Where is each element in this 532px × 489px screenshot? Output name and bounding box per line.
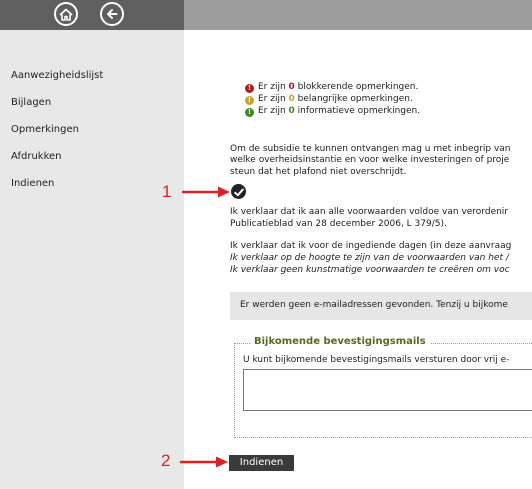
warning-icon: ! — [245, 96, 254, 105]
declaration-text: Ik verklaar geen kunstmatige voorwaarden… — [230, 265, 510, 275]
annotation-marker-1: 1 — [162, 182, 172, 201]
status-informative: ! Er zijn 0 informatieve opmerkingen. — [245, 106, 420, 117]
home-button[interactable] — [54, 2, 78, 26]
intro-text: Om de subsidie te kunnen ontvangen mag u… — [230, 144, 511, 154]
sidebar-item-indienen[interactable]: Indienen — [11, 178, 54, 189]
back-arrow-icon — [106, 8, 118, 20]
extra-mails-description: U kunt bijkomende bevestigingsmails vers… — [243, 355, 510, 365]
intro-text: welke overheidsinstantie en voor welke i… — [230, 155, 510, 165]
annotation-arrow-icon — [182, 186, 230, 198]
status-important: ! Er zijn 0 belangrijke opmerkingen. — [245, 94, 413, 105]
home-icon — [59, 8, 73, 21]
status-text: Er zijn — [258, 94, 289, 104]
declaration-text: Publicatieblad van 28 december 2006, L 3… — [230, 219, 447, 229]
status-text: Er zijn — [258, 106, 289, 116]
declaration-text: Ik verklaar op de hoogte te zijn van de … — [230, 253, 509, 263]
sidebar-item-aanwezigheidslijst[interactable]: Aanwezigheidslijst — [11, 70, 103, 81]
back-button[interactable] — [100, 2, 124, 26]
status-text: blokkerende opmerkingen. — [294, 82, 419, 92]
sidebar-item-opmerkingen[interactable]: Opmerkingen — [11, 124, 79, 135]
sidebar: Aanwezigheidslijst Bijlagen Opmerkingen … — [0, 30, 184, 489]
info-icon: ! — [245, 108, 254, 117]
status-text: informatieve opmerkingen. — [294, 106, 421, 116]
top-toolbar-fill — [184, 0, 532, 30]
declaration-text: Ik verklaar dat ik aan alle voorwaarden … — [230, 207, 509, 217]
top-toolbar — [0, 0, 184, 30]
error-icon: ! — [245, 84, 254, 93]
status-text: Er zijn — [258, 82, 289, 92]
confirm-checkbox[interactable] — [231, 184, 246, 199]
submit-button[interactable]: Indienen — [229, 455, 294, 471]
extra-mails-legend: Bijkomende bevestigingsmails — [250, 336, 430, 347]
intro-text: steun dat het plafond niet overschrijdt. — [230, 167, 407, 177]
checkmark-icon — [233, 182, 244, 201]
status-blocking: ! Er zijn 0 blokkerende opmerkingen. — [245, 82, 418, 93]
annotation-arrow-icon — [180, 456, 228, 468]
main-content: ! Er zijn 0 blokkerende opmerkingen. ! Er … — [184, 30, 532, 489]
declaration-text: Ik verklaar dat ik voor de ingediende da… — [230, 241, 512, 251]
extra-mails-textarea[interactable] — [243, 369, 532, 411]
sidebar-item-bijlagen[interactable]: Bijlagen — [11, 97, 51, 108]
status-text: belangrijke opmerkingen. — [294, 94, 413, 104]
email-notice: Er werden geen e-mailadressen gevonden. … — [230, 292, 532, 320]
sidebar-item-afdrukken[interactable]: Afdrukken — [11, 151, 62, 162]
annotation-marker-2: 2 — [161, 451, 171, 470]
email-notice-text: Er werden geen e-mailadressen gevonden. … — [240, 300, 508, 310]
